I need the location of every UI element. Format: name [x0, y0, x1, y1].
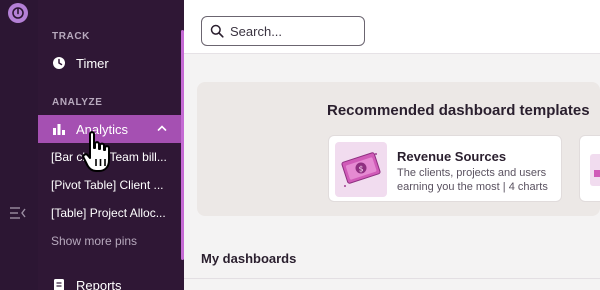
my-dashboards-title: My dashboards — [201, 251, 297, 266]
show-more-pins-link[interactable]: Show more pins — [51, 234, 137, 248]
section-label-analyze: ANALYZE — [52, 97, 103, 108]
recommended-templates-panel: Recommended dashboard templates $ Revenu… — [197, 82, 600, 216]
toggl-logo-icon[interactable] — [8, 3, 28, 23]
template-card-description: The clients, projects and users earning … — [397, 167, 548, 193]
icon-rail — [0, 0, 38, 290]
top-bar — [184, 0, 600, 54]
template-card-title: Revenue Sources — [397, 149, 507, 164]
section-label-track: TRACK — [52, 31, 90, 42]
sidebar-item-timer[interactable]: Timer — [38, 49, 181, 77]
clock-icon — [51, 55, 67, 71]
sidebar-item-label: Reports — [76, 277, 122, 290]
collapse-sidebar-icon[interactable] — [9, 206, 27, 220]
hand-pointer-cursor-icon — [82, 131, 110, 172]
pinned-report-pivot-table[interactable]: [Pivot Table] Client ... — [51, 178, 179, 192]
document-icon — [51, 277, 67, 290]
bar-chart-icon — [51, 121, 67, 137]
chevron-up-icon[interactable] — [157, 123, 167, 133]
sidebar-item-reports[interactable]: Reports — [38, 271, 181, 290]
money-illustration-icon: $ — [335, 142, 387, 197]
svg-text:$: $ — [358, 165, 363, 174]
sidebar-item-label: Timer — [76, 55, 109, 71]
sidebar-scrollbar[interactable] — [181, 30, 184, 260]
pinned-report-table[interactable]: [Table] Project Alloc... — [51, 206, 179, 220]
divider — [184, 278, 600, 279]
recommended-templates-title: Recommended dashboard templates — [327, 102, 590, 119]
my-dashboards-section: My dashboards — [184, 230, 600, 290]
search-icon — [210, 24, 224, 38]
template-card-next[interactable] — [579, 135, 600, 202]
template-card-revenue-sources[interactable]: $ Revenue Sources The clients, projects … — [328, 135, 562, 202]
search-input[interactable] — [230, 23, 360, 39]
search-box[interactable] — [201, 16, 365, 46]
template-thumbnail-icon — [590, 154, 600, 186]
